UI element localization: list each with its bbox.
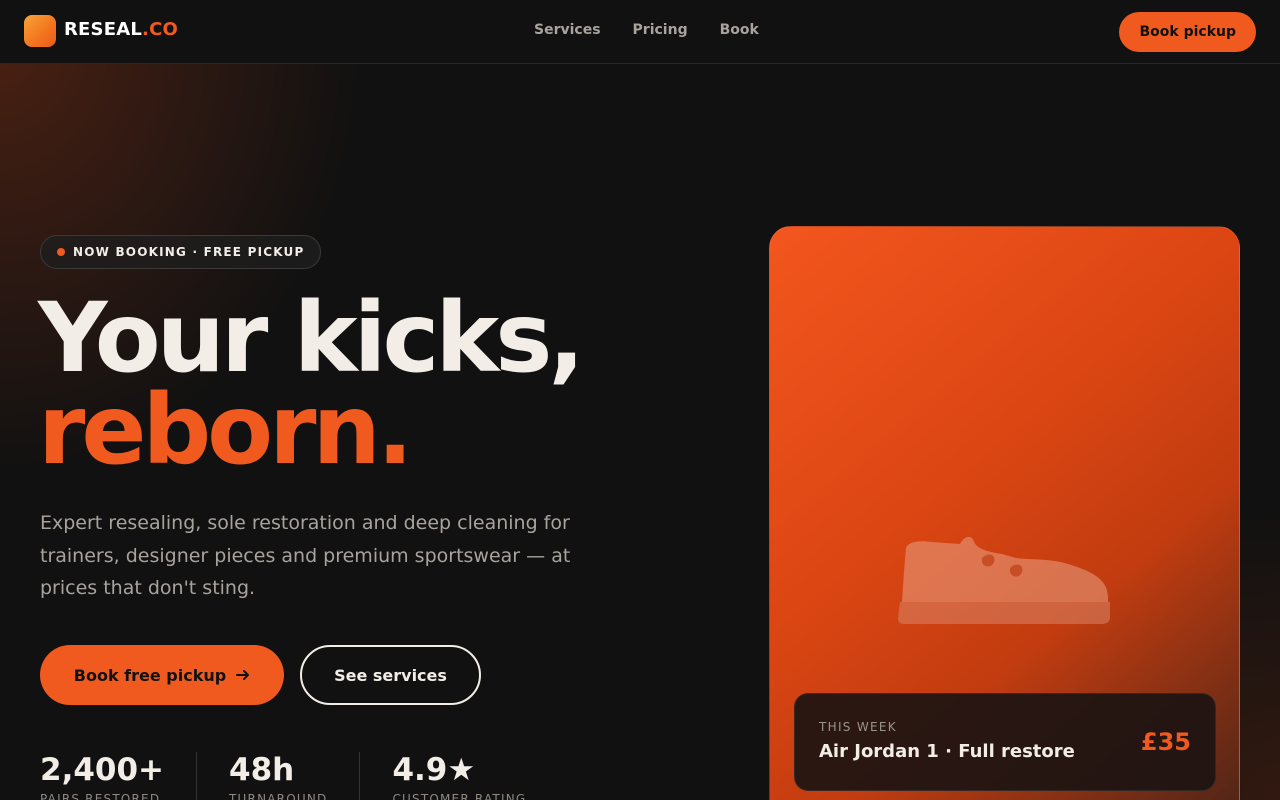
hero-headline: Your kicks, reborn. — [38, 290, 585, 486]
hero-subtext: Expert resealing, sole restoration and d… — [40, 512, 571, 599]
brand-suffix: .CO — [142, 19, 178, 40]
stat-label: CUSTOMER RATING — [392, 792, 527, 800]
deal-kicker: THIS WEEK — [819, 720, 897, 734]
brand-logo-icon[interactable] — [24, 15, 56, 47]
featured-restore-card[interactable]: THIS WEEK Air Jordan 1 · Full restore £3… — [769, 226, 1240, 800]
brand-name: RESEAL — [64, 19, 143, 40]
sneaker-icon — [898, 536, 1110, 624]
brand-wordmark[interactable]: RESEAL.CO — [64, 19, 178, 40]
status-dot-icon — [57, 248, 65, 256]
stat-label: TURNAROUND — [229, 792, 328, 800]
stat-turnaround: 48h TURNAROUND — [229, 752, 361, 800]
landing-page: RESEAL.CO Services Pricing Book Book pic… — [0, 0, 1280, 800]
badge-label: NOW BOOKING · FREE PICKUP — [73, 245, 305, 259]
stat-customer-rating: 4.9★ CUSTOMER RATING — [392, 752, 558, 800]
see-services-button[interactable]: See services — [300, 645, 481, 705]
stat-value: 2,400+ — [40, 752, 165, 788]
booking-badge: NOW BOOKING · FREE PICKUP — [40, 235, 322, 269]
headline-line-2: reborn. — [38, 374, 413, 486]
book-pickup-button[interactable]: Book pickup — [1119, 12, 1256, 52]
stat-label: PAIRS RESTORED — [40, 792, 161, 800]
top-nav: RESEAL.CO Services Pricing Book Book pic… — [0, 0, 1280, 64]
nav-links: Services Pricing Book — [534, 22, 759, 38]
stat-value: 4.9★ — [392, 752, 476, 788]
deal-price: £35 — [1140, 728, 1191, 756]
stat-value: 48h — [229, 752, 295, 788]
book-free-pickup-label: Book free pickup — [73, 665, 227, 685]
arrow-right-icon — [236, 670, 250, 680]
weekly-deal-card[interactable]: THIS WEEK Air Jordan 1 · Full restore £3… — [794, 693, 1216, 791]
nav-link-book[interactable]: Book — [720, 22, 759, 38]
stat-pairs-restored: 2,400+ PAIRS RESTORED — [40, 752, 198, 800]
nav-link-services[interactable]: Services — [534, 22, 601, 38]
deal-title: Air Jordan 1 · Full restore — [819, 741, 1075, 762]
stats-row: 2,400+ PAIRS RESTORED 48h TURNAROUND 4.9… — [40, 752, 590, 800]
book-free-pickup-button[interactable]: Book free pickup — [40, 645, 284, 705]
nav-link-pricing[interactable]: Pricing — [633, 22, 688, 38]
